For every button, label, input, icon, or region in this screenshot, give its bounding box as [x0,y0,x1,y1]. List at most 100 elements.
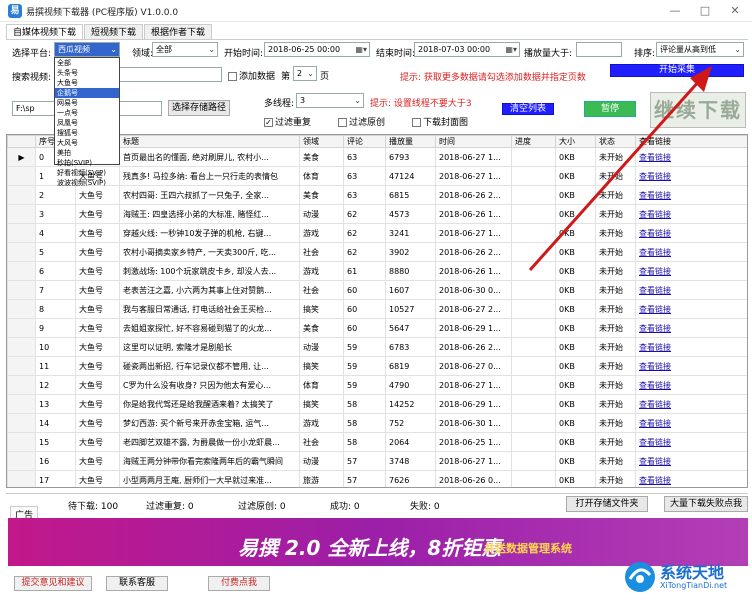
continue-download-button[interactable]: 继续下载 [650,92,746,128]
platform-option[interactable]: 网易号 [55,98,119,108]
filter-dup-checkbox[interactable]: ✓ 过滤重复 [264,115,311,128]
view-link[interactable]: 查看链接 [635,432,747,452]
view-link[interactable]: 查看链接 [635,299,747,319]
row-selector[interactable]: ▶ [7,147,36,167]
view-link[interactable]: 查看链接 [635,337,747,357]
choose-path-button[interactable]: 选择存储路径 [168,100,230,116]
table-row[interactable]: 12 大鱼号 C罗为什么没有收身? 只因为他太有爱心... 体育 59 4790 2018-… [7,375,747,395]
download-cover-checkbox[interactable]: 下载封面图 [412,115,468,128]
row-selector[interactable] [7,204,36,224]
feedback-button[interactable]: 提交意见和建议 [14,576,92,591]
view-link[interactable]: 查看链接 [635,204,747,224]
view-link[interactable]: 查看链接 [635,280,747,300]
platform-select[interactable]: 西瓜视频 ⌄ [54,42,120,57]
table-row[interactable]: 14 大鱼号 梦幻西游: 买个新号来开赤金宝箱, 运气... 游戏 58 752 2018-… [7,413,747,433]
view-link[interactable]: 查看链接 [635,413,747,433]
column-header[interactable]: 领域 [299,135,344,148]
table-row[interactable]: 2 大鱼号 农村四哥: 王四六叔抓了一只兔子, 全家... 美食 63 6815 2018-… [7,185,747,205]
column-header[interactable]: 进度 [511,135,556,148]
view-link[interactable]: 查看链接 [635,242,747,262]
domain-select[interactable]: 全部 ⌄ [152,42,218,57]
platform-option[interactable]: 波波视频(SVIP) [55,178,119,188]
row-selector[interactable] [7,356,36,376]
view-link[interactable]: 查看链接 [635,375,747,395]
open-folder-button[interactable]: 打开存储文件夹 [566,496,648,512]
platform-option[interactable]: 凤凰号 [55,118,119,128]
platform-option[interactable]: 大鱼号 [55,78,119,88]
table-row[interactable]: 17 大鱼号 小型两两月王庵, 厨师们一大早就过来准... 旅游 57 7626 2018-… [7,470,747,487]
view-link[interactable]: 查看链接 [635,261,747,281]
tab-media-video[interactable]: 自媒体视频下载 [6,24,84,40]
page-select[interactable]: 2 ⌄ [293,66,317,81]
row-selector[interactable] [7,223,36,243]
column-header[interactable]: 评论 [343,135,386,148]
platform-option[interactable]: 一点号 [55,108,119,118]
tab-by-author[interactable]: 根据作者下载 [144,24,213,40]
bulk-fail-button[interactable]: 大量下载失败点我 [664,496,748,512]
platform-option[interactable]: 头条号 [55,68,119,78]
view-link[interactable]: 查看链接 [635,185,747,205]
contact-service-button[interactable]: 联系客服 [106,576,168,591]
column-header[interactable] [7,135,36,148]
table-row[interactable]: 8 大鱼号 我与客服日常通话, 打电话给社会王买检... 搞笑 60 10527 2018-… [7,299,747,319]
platform-option[interactable]: 好看视频(SVIP) [55,168,119,178]
platform-option[interactable]: 美拍 [55,148,119,158]
row-selector[interactable] [7,470,36,487]
pay-button[interactable]: 付费点我 [208,576,270,591]
table-row[interactable]: 11 大鱼号 碰瓷两出新招, 行车记录仪都不管用, 让... 搞笑 59 6819 2018… [7,356,747,376]
table-row[interactable]: 15 大鱼号 老四脚艺双雄不露, 为爵晨做一份小龙虾晨... 社会 58 2064 2018… [7,432,747,452]
table-row[interactable]: 9 大鱼号 去姐姐家探忙, 好不容易碰到猫了的火龙... 美食 60 5647 2018-0… [7,318,747,338]
platform-option[interactable]: 秒拍(SVIP) [55,158,119,168]
row-selector[interactable] [7,280,36,300]
row-selector[interactable] [7,261,36,281]
row-selector[interactable] [7,337,36,357]
table-row[interactable]: 6 大鱼号 刺激战场: 100个玩家跳皮卡乡, 却没人去... 游戏 61 8880 201… [7,261,747,281]
row-selector[interactable] [7,394,36,414]
table-row[interactable]: 3 大鱼号 海贼王: 四皇选择小弟的大标准, 赌怪红... 动漫 62 4573 2018-… [7,204,747,224]
row-selector[interactable] [7,432,36,452]
column-header[interactable]: 大小 [555,135,596,148]
close-button[interactable]: ✕ [720,2,750,20]
start-collect-button[interactable]: 开始采集 [610,64,744,77]
platform-option[interactable]: 全部 [55,58,119,68]
add-data-checkbox[interactable]: 添加数据 [228,69,275,82]
platform-option[interactable]: 企鹅号 [55,88,119,98]
pause-button[interactable]: 暂停 [584,101,636,117]
table-row[interactable]: 16 大鱼号 海贼王两分钟带你看完索隆两年后的霸气瞬间 动漫 57 3748 2018-06… [7,451,747,471]
maximize-button[interactable]: □ [690,2,720,20]
column-header[interactable]: 标题 [119,135,300,148]
table-row[interactable]: 7 大鱼号 老表苦汪之嘉, 小六两为其事上住对赞鹅... 社会 60 1607 2018-0… [7,280,747,300]
row-selector[interactable] [7,451,36,471]
view-link[interactable]: 查看链接 [635,451,747,471]
view-link[interactable]: 查看链接 [635,356,747,376]
column-header[interactable]: 播放量 [385,135,436,148]
view-link[interactable]: 查看链接 [635,223,747,243]
view-link[interactable]: 查看链接 [635,318,747,338]
view-link[interactable]: 查看链接 [635,394,747,414]
table-row[interactable]: 4 大鱼号 穿越火线: 一秒钟10发子弹的机枪, 右键... 游戏 62 3241 2018… [7,223,747,243]
clear-list-button[interactable]: 清空列表 [502,103,554,115]
row-selector[interactable] [7,318,36,338]
row-selector[interactable] [7,375,36,395]
row-selector[interactable] [7,242,36,262]
row-selector[interactable] [7,166,36,186]
view-link[interactable]: 查看链接 [635,470,747,487]
column-header[interactable]: 时间 [435,135,512,148]
end-time-picker[interactable]: 2018-07-03 00:00 ▦▾ [414,42,520,57]
start-time-picker[interactable]: 2018-06-25 00:00 ▦▾ [264,42,370,57]
table-row[interactable]: 5 大鱼号 农村小哥摘卖家乡特产, 一天卖300斤, 吃... 社会 62 3902 201… [7,242,747,262]
row-selector[interactable] [7,413,36,433]
platform-option[interactable]: 大风号 [55,138,119,148]
minimize-button[interactable]: — [660,2,690,20]
row-selector[interactable] [7,185,36,205]
playcount-input[interactable] [576,42,622,57]
row-selector[interactable] [7,299,36,319]
view-link[interactable]: 查看链接 [635,147,747,167]
platform-option[interactable]: 搜狐号 [55,128,119,138]
sort-select[interactable]: 评论量从高到低 ⌄ [656,42,744,57]
table-row[interactable]: 10 大鱼号 这里可以证明, 索隆才是剧船长 动漫 59 6783 2018-06-26 2… [7,337,747,357]
threads-select[interactable]: 3 ⌄ [296,93,364,108]
tab-short-video[interactable]: 短视频下载 [84,24,144,40]
view-link[interactable]: 查看链接 [635,166,747,186]
column-header[interactable]: 查看链接 [635,135,747,148]
